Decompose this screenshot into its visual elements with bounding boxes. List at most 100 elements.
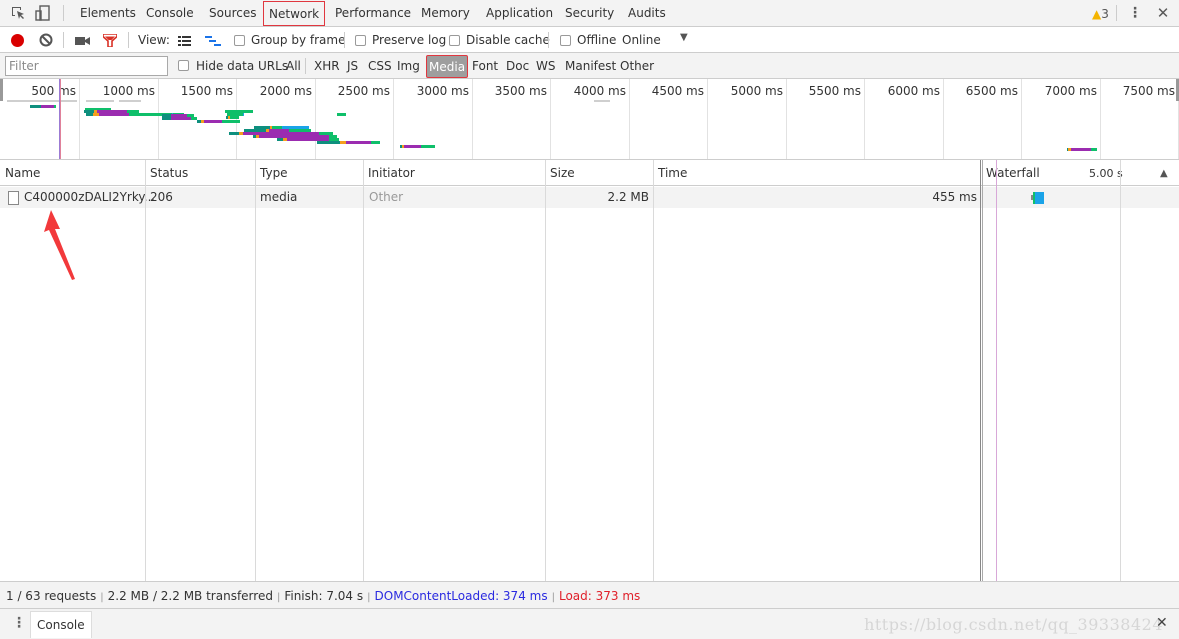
device-toolbar-icon[interactable] bbox=[35, 5, 51, 21]
network-toolbar: View: Group by frame Preserve log Disabl… bbox=[0, 27, 1179, 53]
close-devtools-icon[interactable]: ✕ bbox=[1155, 5, 1171, 21]
divider bbox=[548, 32, 549, 48]
tab-network[interactable]: Network bbox=[263, 1, 326, 26]
overview-request-segment bbox=[1091, 148, 1097, 151]
column-header-size[interactable]: Size bbox=[545, 160, 575, 186]
overview-tick-label: 6500 ms bbox=[965, 84, 1018, 98]
tab-sources[interactable]: Sources bbox=[209, 0, 256, 26]
filter-type-other[interactable]: Other bbox=[620, 53, 654, 79]
column-header-waterfall[interactable]: Waterfall bbox=[981, 160, 1040, 186]
inspect-element-icon[interactable] bbox=[10, 5, 26, 21]
overview-request-segment bbox=[99, 113, 129, 116]
column-divider[interactable] bbox=[980, 160, 981, 581]
column-divider[interactable] bbox=[982, 160, 983, 581]
dom-content-loaded-time: DOMContentLoaded: 374 ms bbox=[374, 589, 548, 603]
overview-tick-label: 2500 ms bbox=[337, 84, 390, 98]
group-by-frame-checkbox[interactable] bbox=[234, 35, 245, 46]
drawer-menu-icon[interactable]: ⋮ bbox=[12, 615, 26, 631]
clear-icon[interactable] bbox=[39, 33, 53, 47]
filter-type-media[interactable]: Media bbox=[426, 55, 469, 78]
overview-icon[interactable] bbox=[205, 35, 221, 46]
hide-data-urls-checkbox[interactable] bbox=[178, 60, 189, 71]
filter-type-ws[interactable]: WS bbox=[536, 53, 555, 79]
filter-icon[interactable] bbox=[102, 33, 118, 48]
overview-request-segment bbox=[371, 141, 380, 144]
devtools-tab-bar: Elements Console Sources Network Perform… bbox=[0, 0, 1179, 27]
preserve-log-checkbox[interactable] bbox=[355, 35, 366, 46]
filter-type-img[interactable]: Img bbox=[397, 53, 420, 79]
filter-bar: Hide data URLs All XHR JS CSS Img Media … bbox=[0, 53, 1179, 79]
tab-security[interactable]: Security bbox=[565, 0, 614, 26]
overview-request-segment bbox=[594, 100, 610, 102]
filter-type-manifest[interactable]: Manifest bbox=[565, 53, 616, 79]
overview-request-segment bbox=[230, 116, 239, 119]
divider: | bbox=[276, 592, 281, 603]
filter-input[interactable] bbox=[5, 56, 168, 76]
column-header-initiator[interactable]: Initiator bbox=[363, 160, 415, 186]
disable-cache-label: Disable cache bbox=[466, 33, 550, 47]
filter-type-xhr[interactable]: XHR bbox=[314, 53, 340, 79]
tab-memory[interactable]: Memory bbox=[421, 0, 470, 26]
filter-type-font[interactable]: Font bbox=[472, 53, 498, 79]
column-header-type[interactable]: Type bbox=[255, 160, 288, 186]
overview-request-segment bbox=[421, 145, 435, 148]
more-options-icon[interactable]: ⋮ bbox=[1127, 5, 1143, 21]
divider bbox=[63, 32, 64, 48]
annotation-arrow bbox=[44, 210, 75, 280]
overview-request-segment bbox=[317, 141, 340, 144]
warning-icon: ▲ bbox=[1092, 7, 1102, 21]
column-header-status[interactable]: Status bbox=[145, 160, 188, 186]
offline-checkbox[interactable] bbox=[560, 35, 571, 46]
disable-cache-checkbox[interactable] bbox=[449, 35, 460, 46]
drawer-tab-console[interactable]: Console bbox=[30, 611, 92, 638]
column-header-name[interactable]: Name bbox=[0, 160, 40, 186]
row-initiator: Other bbox=[369, 190, 404, 204]
column-divider[interactable] bbox=[545, 160, 546, 581]
column-divider[interactable] bbox=[653, 160, 654, 581]
overview-request-segment bbox=[86, 100, 114, 102]
row-status: 206 bbox=[150, 190, 173, 204]
overview-tick-label: 3000 ms bbox=[416, 84, 469, 98]
filter-type-doc[interactable]: Doc bbox=[506, 53, 529, 79]
filter-type-all[interactable]: All bbox=[286, 53, 301, 79]
offline-label: Offline bbox=[577, 33, 617, 47]
load-time: Load: 373 ms bbox=[558, 589, 641, 603]
column-header-time[interactable]: Time bbox=[653, 160, 687, 186]
overview-request-segment bbox=[225, 110, 253, 113]
row-name[interactable]: C400000zDALI2Yrky... bbox=[24, 187, 155, 208]
hide-data-urls-label: Hide data URLs bbox=[196, 59, 289, 73]
throttling-select[interactable]: Online ▼ bbox=[622, 32, 694, 49]
tab-performance[interactable]: Performance bbox=[335, 0, 411, 26]
overview-tick-label: 4500 ms bbox=[651, 84, 704, 98]
record-button[interactable] bbox=[11, 34, 24, 47]
column-divider[interactable] bbox=[255, 160, 256, 581]
overview-tick-label: 3500 ms bbox=[494, 84, 547, 98]
tab-console[interactable]: Console bbox=[146, 0, 194, 26]
divider bbox=[305, 58, 306, 74]
overview-request-segment bbox=[86, 113, 93, 116]
warning-count: 3 bbox=[1101, 7, 1109, 21]
divider: | bbox=[551, 592, 555, 603]
overview-tick-label: 2000 ms bbox=[259, 84, 312, 98]
warnings-counter[interactable]: ▲3 bbox=[1092, 6, 1109, 22]
tab-audits[interactable]: Audits bbox=[628, 0, 666, 26]
overview-request-segment bbox=[222, 120, 240, 123]
large-rows-icon[interactable] bbox=[178, 35, 191, 46]
overview-tick-label: 7000 ms bbox=[1044, 84, 1097, 98]
overview-request-segment bbox=[119, 100, 141, 102]
sort-ascending-icon[interactable]: ▲ bbox=[1155, 160, 1168, 186]
table-row[interactable]: C400000zDALI2Yrky... 206 media Other 2.2… bbox=[0, 187, 1179, 208]
filter-type-js[interactable]: JS bbox=[347, 53, 358, 79]
tab-elements[interactable]: Elements bbox=[80, 0, 136, 26]
column-divider[interactable] bbox=[145, 160, 146, 581]
overview-tick-label: 7500 ms bbox=[1122, 84, 1175, 98]
file-icon bbox=[8, 191, 19, 205]
capture-screenshots-icon[interactable] bbox=[75, 35, 91, 45]
close-drawer-icon[interactable]: ✕ bbox=[1156, 615, 1168, 631]
throttling-value: Online bbox=[622, 33, 661, 47]
tab-application[interactable]: Application bbox=[486, 0, 553, 26]
column-divider[interactable] bbox=[363, 160, 364, 581]
preserve-log-label: Preserve log bbox=[372, 33, 447, 47]
filter-type-css[interactable]: CSS bbox=[368, 53, 392, 79]
overview-timeline[interactable]: 500 ms 1000 ms 1500 ms 2000 ms 2500 ms 3000 m… bbox=[0, 79, 1179, 160]
